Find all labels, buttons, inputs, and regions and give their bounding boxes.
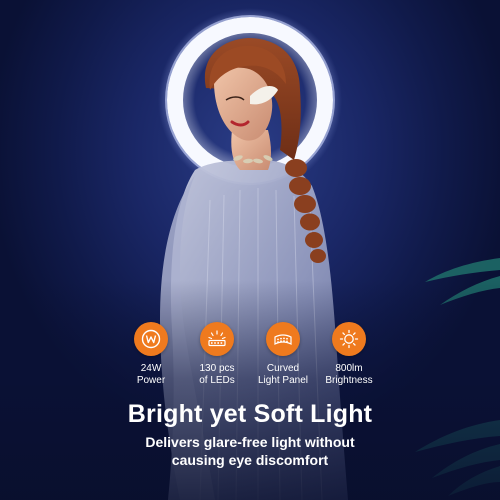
- feature-power: 24W Power: [118, 322, 184, 396]
- headline: Bright yet Soft Light: [127, 400, 373, 428]
- feature-label: 24W Power: [118, 363, 184, 386]
- feature-value: 800lm: [335, 363, 363, 374]
- wattage-icon: [134, 322, 168, 356]
- curved-panel-icon: [266, 322, 300, 356]
- subheadline-line-2: causing eye discomfort: [171, 452, 329, 468]
- feature-value: Curved: [266, 363, 300, 374]
- feature-label: Curved Light Panel: [250, 363, 316, 386]
- feature-brightness: 800lm Brightness: [316, 322, 382, 396]
- feature-caption: of LEDs: [199, 374, 235, 386]
- feature-caption: Light Panel: [257, 374, 309, 386]
- feature-panel: Curved Light Panel: [250, 322, 316, 396]
- feature-leds: 130 pcs of LEDs: [184, 322, 250, 396]
- feature-label: 800lm Brightness: [316, 363, 382, 386]
- feature-caption: Brightness: [325, 374, 373, 386]
- feature-label: 130 pcs of LEDs: [184, 363, 250, 386]
- led-strip-icon: [200, 322, 234, 356]
- feature-caption: Power: [136, 374, 166, 386]
- sun-brightness-icon: [332, 322, 366, 356]
- subheadline: Delivers glare-free light without causin…: [0, 433, 500, 469]
- feature-value: 130 pcs: [199, 363, 235, 374]
- subheadline-line-1: Delivers glare-free light without: [145, 434, 355, 450]
- feature-value: 24W: [140, 363, 162, 374]
- feature-list: 24W Power 130 pcs of LEDs Curved Light P…: [118, 322, 382, 396]
- product-banner: 24W Power 130 pcs of LEDs Curved Light P…: [0, 0, 500, 500]
